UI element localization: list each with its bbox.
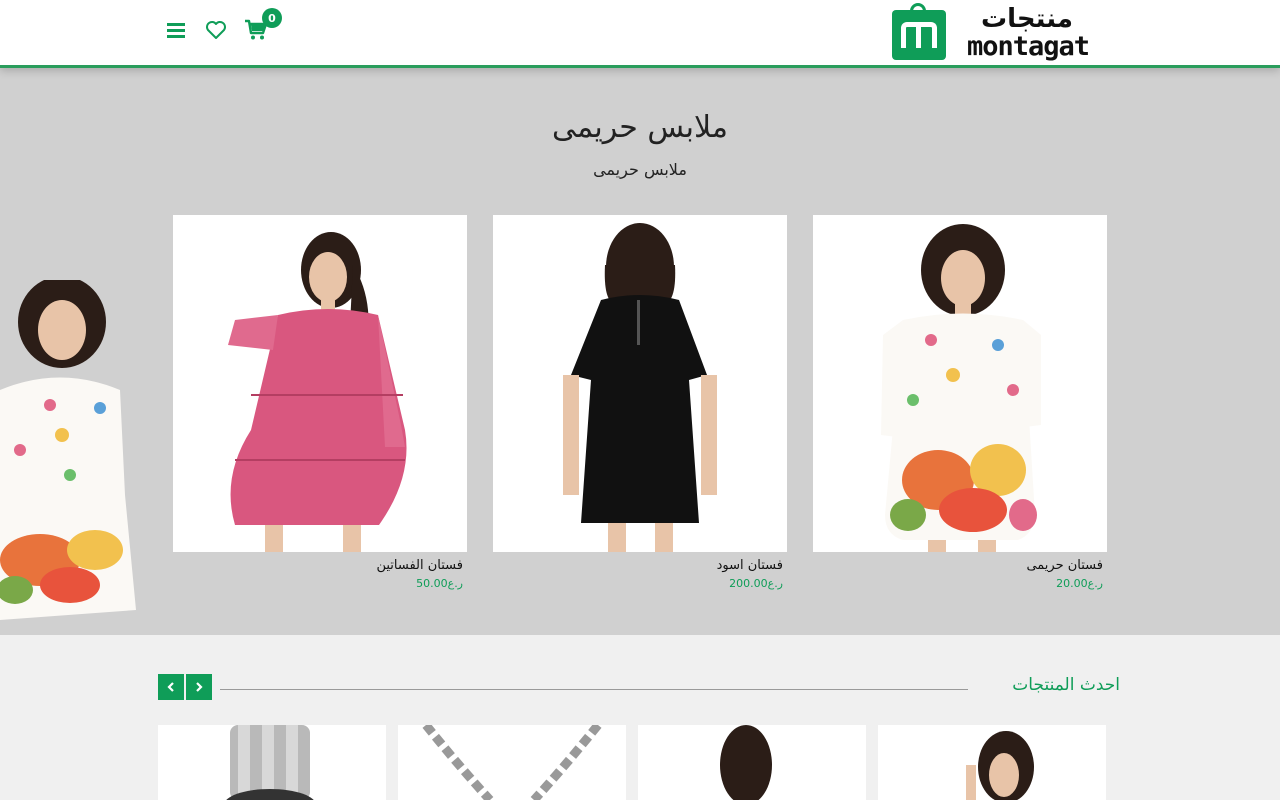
product-price: 20.00ر.ع — [1056, 577, 1103, 590]
logo-text-en: montagat — [966, 31, 1090, 62]
logo-text-ar: منتجات — [981, 4, 1073, 34]
cart-count-badge: 0 — [262, 8, 282, 28]
heart-icon[interactable] — [204, 18, 228, 42]
product-card[interactable]: فستان حريمى 20.00ر.ع — [813, 215, 1107, 590]
carousel-prev-button[interactable] — [158, 674, 184, 700]
category-hero: ملابس حريمى ملابس حريمى فستان الفساتين 5… — [0, 68, 1280, 635]
latest-product-image[interactable] — [398, 725, 626, 800]
category-subtitle: ملابس حريمى — [593, 160, 687, 179]
product-image[interactable] — [173, 215, 467, 552]
cart-button[interactable]: 0 — [244, 8, 282, 42]
product-card[interactable]: فستان الفساتين 50.00ر.ع — [173, 215, 467, 590]
product-price: 50.00ر.ع — [416, 577, 463, 590]
product-image[interactable] — [813, 215, 1107, 552]
chevron-right-icon — [196, 682, 203, 692]
product-image[interactable] — [493, 215, 787, 552]
carousel-next-button[interactable] — [186, 674, 212, 700]
product-name[interactable]: فستان اسود — [493, 558, 787, 573]
latest-product-image[interactable] — [638, 725, 866, 800]
latest-products-title: احدث المنتجات — [1012, 675, 1120, 695]
site-header: 0 منتجات montagat — [0, 0, 1280, 68]
site-logo[interactable]: منتجات montagat — [890, 3, 1112, 64]
logo-mark-icon — [892, 3, 946, 60]
menu-icon[interactable] — [164, 18, 188, 42]
category-title: ملابس حريمى — [552, 110, 728, 145]
product-name[interactable]: فستان حريمى — [813, 558, 1107, 573]
product-image-peek[interactable] — [0, 280, 140, 635]
latest-product-image[interactable] — [878, 725, 1106, 800]
product-card[interactable]: فستان اسود 200.00ر.ع — [493, 215, 787, 590]
product-price: 200.00ر.ع — [729, 577, 783, 590]
latest-product-image[interactable] — [158, 725, 386, 800]
header-actions: 0 — [164, 8, 282, 42]
section-divider — [220, 689, 968, 690]
product-name[interactable]: فستان الفساتين — [173, 558, 467, 573]
chevron-left-icon — [167, 682, 174, 692]
